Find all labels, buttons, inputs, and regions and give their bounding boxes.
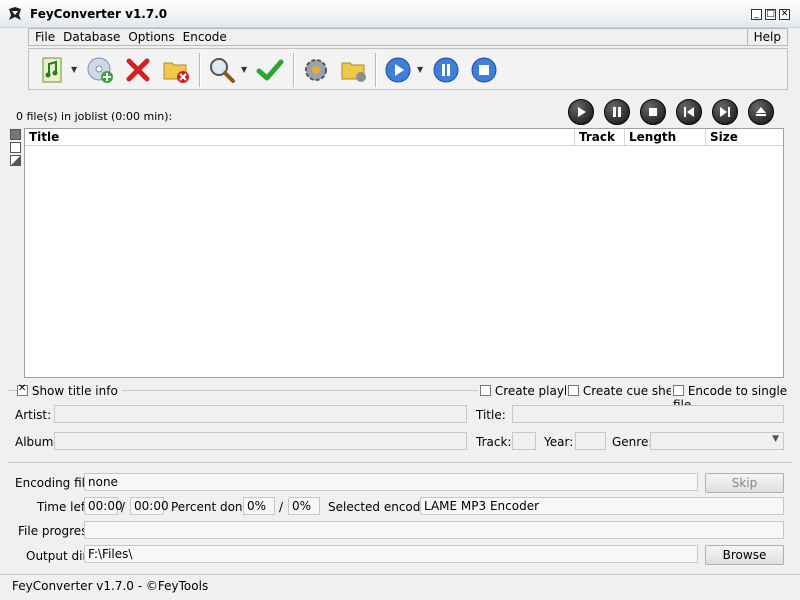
remove-button[interactable] xyxy=(123,55,153,85)
column-length[interactable]: Length xyxy=(625,129,706,146)
pause-button[interactable] xyxy=(604,99,630,125)
encode-dropdown-icon[interactable]: ▼ xyxy=(417,65,423,74)
job-list[interactable]: Title Track Length Size xyxy=(24,128,784,378)
search-dropdown-icon[interactable]: ▼ xyxy=(241,65,247,74)
pause-encode-button[interactable] xyxy=(431,55,461,85)
track-label: Track: xyxy=(476,435,512,449)
status-bar: FeyConverter v1.7.0 - ©FeyTools xyxy=(0,574,800,600)
add-music-icon xyxy=(42,57,62,83)
genre-label: Genre: xyxy=(612,435,653,449)
eject-icon xyxy=(756,107,766,116)
percent-done-label: Percent done: xyxy=(171,500,254,514)
menu-help[interactable]: Help xyxy=(746,29,787,45)
genre-select[interactable]: ▼ xyxy=(650,432,784,450)
time-left-field: 00:00 xyxy=(84,497,123,515)
toolbar: ▼ ▼ ▼ xyxy=(28,48,788,90)
check-icon xyxy=(256,59,284,81)
encoding-file-field: none xyxy=(84,473,698,491)
title-label: Title: xyxy=(476,408,506,422)
menu-file[interactable]: File xyxy=(35,30,55,44)
menu-bar: File Database Options Encode Help xyxy=(28,28,788,46)
year-label: Year: xyxy=(544,435,574,449)
clear-list-button[interactable] xyxy=(161,55,191,85)
invert-selection-icon[interactable] xyxy=(10,155,21,166)
pause-icon xyxy=(613,107,621,117)
menu-database[interactable]: Database xyxy=(63,30,120,44)
minimize-button[interactable]: _ xyxy=(751,9,762,20)
select-none-icon[interactable] xyxy=(10,142,21,153)
settings-icon xyxy=(305,59,327,81)
column-title[interactable]: Title xyxy=(25,129,575,146)
job-list-header: Title Track Length Size xyxy=(25,129,783,146)
close-button[interactable]: ✕ xyxy=(779,9,790,20)
selected-encoder-field: LAME MP3 Encoder xyxy=(420,497,784,515)
search-icon xyxy=(210,58,235,83)
play-icon xyxy=(578,107,586,117)
search-button[interactable] xyxy=(207,55,237,85)
album-field[interactable] xyxy=(54,432,467,450)
create-playlist-check[interactable] xyxy=(480,385,491,396)
add-music-dropdown-icon[interactable]: ▼ xyxy=(71,65,77,74)
next-icon xyxy=(720,107,730,117)
artist-field[interactable] xyxy=(54,405,467,423)
percent-file-field: 0% xyxy=(243,497,275,515)
output-folder-button[interactable] xyxy=(339,55,369,85)
artist-label: Artist: xyxy=(15,408,52,422)
percent-separator: / xyxy=(279,500,284,514)
menu-options[interactable]: Options xyxy=(128,30,174,44)
year-field[interactable] xyxy=(575,432,606,450)
eject-button[interactable] xyxy=(748,99,774,125)
settings-button[interactable] xyxy=(301,55,331,85)
start-encode-button[interactable] xyxy=(383,55,413,85)
stop-encode-icon xyxy=(471,57,497,83)
create-cue-sheet-check[interactable] xyxy=(568,385,579,396)
add-cd-button[interactable] xyxy=(85,55,115,85)
stop-encode-button[interactable] xyxy=(469,55,499,85)
album-label: Album: xyxy=(15,435,58,449)
maximize-button[interactable]: □ xyxy=(765,9,776,20)
total-time-field: 00:00 xyxy=(130,497,169,515)
column-track[interactable]: Track xyxy=(575,129,625,146)
column-size[interactable]: Size xyxy=(706,129,783,146)
show-title-info-checkbox[interactable]: Show title info xyxy=(17,383,122,398)
next-button[interactable] xyxy=(712,99,738,125)
status-text: FeyConverter v1.7.0 - ©FeyTools xyxy=(12,579,209,593)
check-button[interactable] xyxy=(255,55,285,85)
remove-icon xyxy=(126,58,150,82)
time-separator: / xyxy=(121,500,126,514)
add-cd-icon xyxy=(87,57,113,83)
create-cue-sheet-checkbox[interactable]: Create cue sheet xyxy=(566,384,688,398)
play-encode-icon xyxy=(385,57,411,83)
play-button[interactable] xyxy=(568,99,594,125)
browse-button[interactable]: Browse xyxy=(705,545,784,565)
file-progress-bar xyxy=(84,521,784,539)
title-bar: FeyConverter v1.7.0 _ □ ✕ xyxy=(0,0,800,28)
percent-total-field: 0% xyxy=(288,497,320,515)
track-field[interactable] xyxy=(512,432,536,450)
window-title: FeyConverter v1.7.0 xyxy=(30,7,168,21)
app-icon xyxy=(9,7,21,20)
show-title-info-check[interactable] xyxy=(17,383,28,396)
selection-tools xyxy=(10,129,21,168)
chevron-down-icon: ▼ xyxy=(772,434,779,444)
stop-button[interactable] xyxy=(640,99,666,125)
skip-button[interactable]: Skip xyxy=(705,473,784,493)
select-all-icon[interactable] xyxy=(10,129,21,140)
title-field[interactable] xyxy=(512,405,784,423)
clear-folder-icon xyxy=(163,62,189,83)
previous-icon xyxy=(684,107,694,117)
encode-single-file-check[interactable] xyxy=(673,385,684,396)
pause-encode-icon xyxy=(433,57,459,83)
previous-button[interactable] xyxy=(676,99,702,125)
player-controls xyxy=(568,99,774,125)
menu-encode[interactable]: Encode xyxy=(183,30,227,44)
stop-icon xyxy=(649,108,657,116)
create-cue-sheet-label: Create cue sheet xyxy=(582,384,686,398)
joblist-count: 0 file(s) in joblist (0:00 min): xyxy=(16,110,173,123)
add-music-button[interactable] xyxy=(37,55,67,85)
output-dir-field[interactable]: F:\Files\ xyxy=(84,545,698,563)
show-title-info-label: Show title info xyxy=(31,384,118,398)
output-folder-icon xyxy=(341,62,366,82)
